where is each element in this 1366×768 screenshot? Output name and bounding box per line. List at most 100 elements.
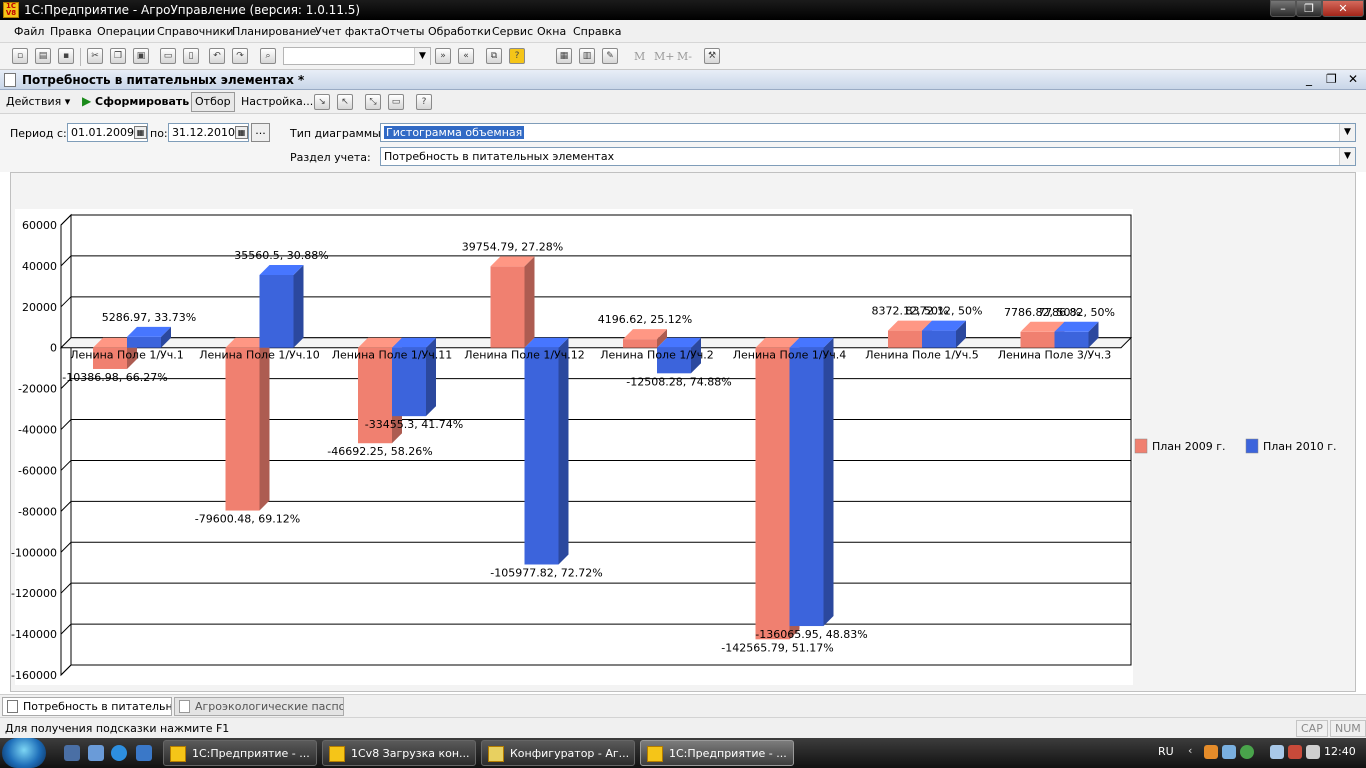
tray-app-icon[interactable] [1204, 745, 1218, 759]
document-header: Потребность в питательных элементах * _ … [0, 70, 1366, 90]
print-icon[interactable]: ▭ [160, 48, 176, 64]
network-icon[interactable] [1270, 745, 1284, 759]
filter-button[interactable]: Отбор [191, 92, 235, 112]
memory-plus-icon[interactable]: M+ [654, 50, 674, 63]
show-desktop-icon[interactable] [64, 745, 80, 761]
start-button[interactable] [2, 738, 46, 768]
section-select[interactable]: Потребность в питательных элементах ▼ [380, 147, 1356, 166]
side-wall [60, 213, 72, 677]
actions-menu[interactable]: Действия ▾ [6, 95, 70, 108]
task-1c-enterprise-active[interactable]: 1С:Предприятие - ... [640, 740, 794, 766]
help-icon[interactable]: ? [416, 94, 432, 110]
calendar-picker-icon[interactable]: ▦ [235, 126, 248, 139]
play-icon: ▶ [82, 94, 92, 108]
bar-side [524, 256, 535, 348]
window-tab-nutrients[interactable]: Потребность в питательных... [2, 697, 172, 716]
task-label: Конфигуратор - Аг... [510, 747, 630, 760]
legend-swatch [1245, 438, 1259, 454]
paste-icon[interactable]: ▣ [133, 48, 149, 64]
minimize-button[interactable]: – [1270, 0, 1296, 17]
undo-icon[interactable]: ↶ [209, 48, 225, 64]
x-category-label: Ленина Поле 1/Уч.12 [464, 349, 585, 362]
task-configurator[interactable]: Конфигуратор - Аг... [481, 740, 635, 766]
calendar-picker-icon[interactable]: ▦ [134, 126, 147, 139]
help-1c-icon[interactable]: ? [509, 48, 525, 64]
memory-m-icon[interactable]: M [634, 50, 645, 63]
cut-icon[interactable]: ✂ [87, 48, 103, 64]
calculator-icon[interactable]: ▦ [556, 48, 572, 64]
internet-explorer-icon[interactable] [111, 745, 127, 761]
chevron-down-icon[interactable]: ▼ [1339, 124, 1355, 141]
copy-icon[interactable]: ❐ [110, 48, 126, 64]
tray-expand-icon[interactable]: ‹ [1188, 744, 1192, 757]
settings-button[interactable]: Настройка... [241, 95, 313, 108]
task-1cv8-load[interactable]: 1Cv8 Загрузка кон... [322, 740, 476, 766]
data-label: -142565.79, 51.17% [721, 641, 833, 654]
menu-service[interactable]: Сервис [492, 25, 533, 38]
quicklaunch-icon[interactable] [136, 745, 152, 761]
calendar-icon[interactable]: ▥ [579, 48, 595, 64]
windows-icon[interactable]: ⧉ [486, 48, 502, 64]
volume-icon[interactable] [1306, 745, 1320, 759]
period-from-label: Период с: [10, 127, 67, 140]
clock[interactable]: 12:40 [1324, 745, 1356, 758]
menu-file[interactable]: Файл [14, 25, 44, 38]
tray-app-icon[interactable] [1222, 745, 1236, 759]
period-select-button[interactable]: ... [251, 123, 270, 142]
notes-icon[interactable]: ✎ [602, 48, 618, 64]
new-document-icon[interactable]: ▫ [12, 48, 28, 64]
memory-minus-icon[interactable]: M- [677, 50, 692, 63]
print-report-icon[interactable]: ▭ [388, 94, 404, 110]
menu-edit[interactable]: Правка [50, 25, 92, 38]
tray-flag-icon[interactable] [1288, 745, 1302, 759]
open-icon[interactable]: ▤ [35, 48, 51, 64]
restore-button[interactable]: ❐ [1296, 0, 1322, 17]
caps-indicator: CAP [1296, 720, 1328, 737]
data-label: 39754.79, 27.28% [462, 240, 563, 253]
data-label: 7786.82, 50% [1038, 306, 1115, 319]
menu-processing[interactable]: Обработки [428, 25, 491, 38]
window-tab-agro-passport[interactable]: Агроэкологические паспор... [174, 697, 344, 716]
menu-operations[interactable]: Операции [97, 25, 155, 38]
bar-plan-2010 [789, 347, 824, 627]
find-next-icon[interactable]: » [435, 48, 451, 64]
bar-plan-2010 [259, 274, 294, 348]
bar-plan-2010 [127, 336, 161, 348]
task-1c-enterprise[interactable]: 1С:Предприятие - ... [163, 740, 317, 766]
x-category-label: Ленина Поле 1/Уч.5 [865, 349, 979, 362]
chevron-down-icon[interactable]: ▼ [414, 48, 430, 65]
search-combo[interactable]: ▼ [283, 47, 431, 65]
menu-help[interactable]: Справка [573, 25, 621, 38]
doc-restore-icon[interactable]: ❐ [1326, 72, 1337, 86]
switch-windows-icon[interactable] [88, 745, 104, 761]
generate-button[interactable]: Сформировать [95, 95, 189, 108]
app-1c-icon [647, 746, 663, 762]
language-indicator[interactable]: RU [1158, 745, 1174, 758]
find-prev-icon[interactable]: « [458, 48, 474, 64]
collapse-icon[interactable]: ↖ [337, 94, 353, 110]
menu-fact[interactable]: Учет факта [315, 25, 381, 38]
document-action-bar: Действия ▾ ▶ Сформировать Отбор Настройк… [0, 90, 1366, 114]
document-title: Потребность в питательных элементах * [22, 73, 305, 87]
chart-settings-icon[interactable]: ⤡ [365, 94, 381, 110]
expand-icon[interactable]: ↘ [314, 94, 330, 110]
find-icon[interactable]: ⌕ [260, 48, 276, 64]
menu-reports[interactable]: Отчеты [381, 25, 424, 38]
preview-icon[interactable]: ▯ [183, 48, 199, 64]
data-label: -136065.95, 48.83% [755, 628, 867, 641]
chart-type-select[interactable]: Гистограмма объемная ▼ [380, 123, 1356, 142]
chevron-down-icon[interactable]: ▼ [1339, 148, 1355, 165]
tools-icon[interactable]: ⚒ [704, 48, 720, 64]
close-button[interactable]: ✕ [1322, 0, 1364, 17]
tray-app-icon[interactable] [1240, 745, 1254, 759]
doc-minimize-icon[interactable]: _ [1306, 72, 1312, 86]
menu-planning[interactable]: Планирование [232, 25, 316, 38]
menu-catalogs[interactable]: Справочники [157, 25, 233, 38]
window-tab-label: Потребность в питательных... [23, 700, 172, 713]
redo-icon[interactable]: ↷ [232, 48, 248, 64]
save-icon[interactable]: ▪ [58, 48, 74, 64]
menu-windows[interactable]: Окна [537, 25, 566, 38]
data-label: 5286.97, 33.73% [102, 311, 196, 324]
zero-plane [59, 337, 1133, 349]
doc-close-icon[interactable]: ✕ [1348, 72, 1358, 86]
